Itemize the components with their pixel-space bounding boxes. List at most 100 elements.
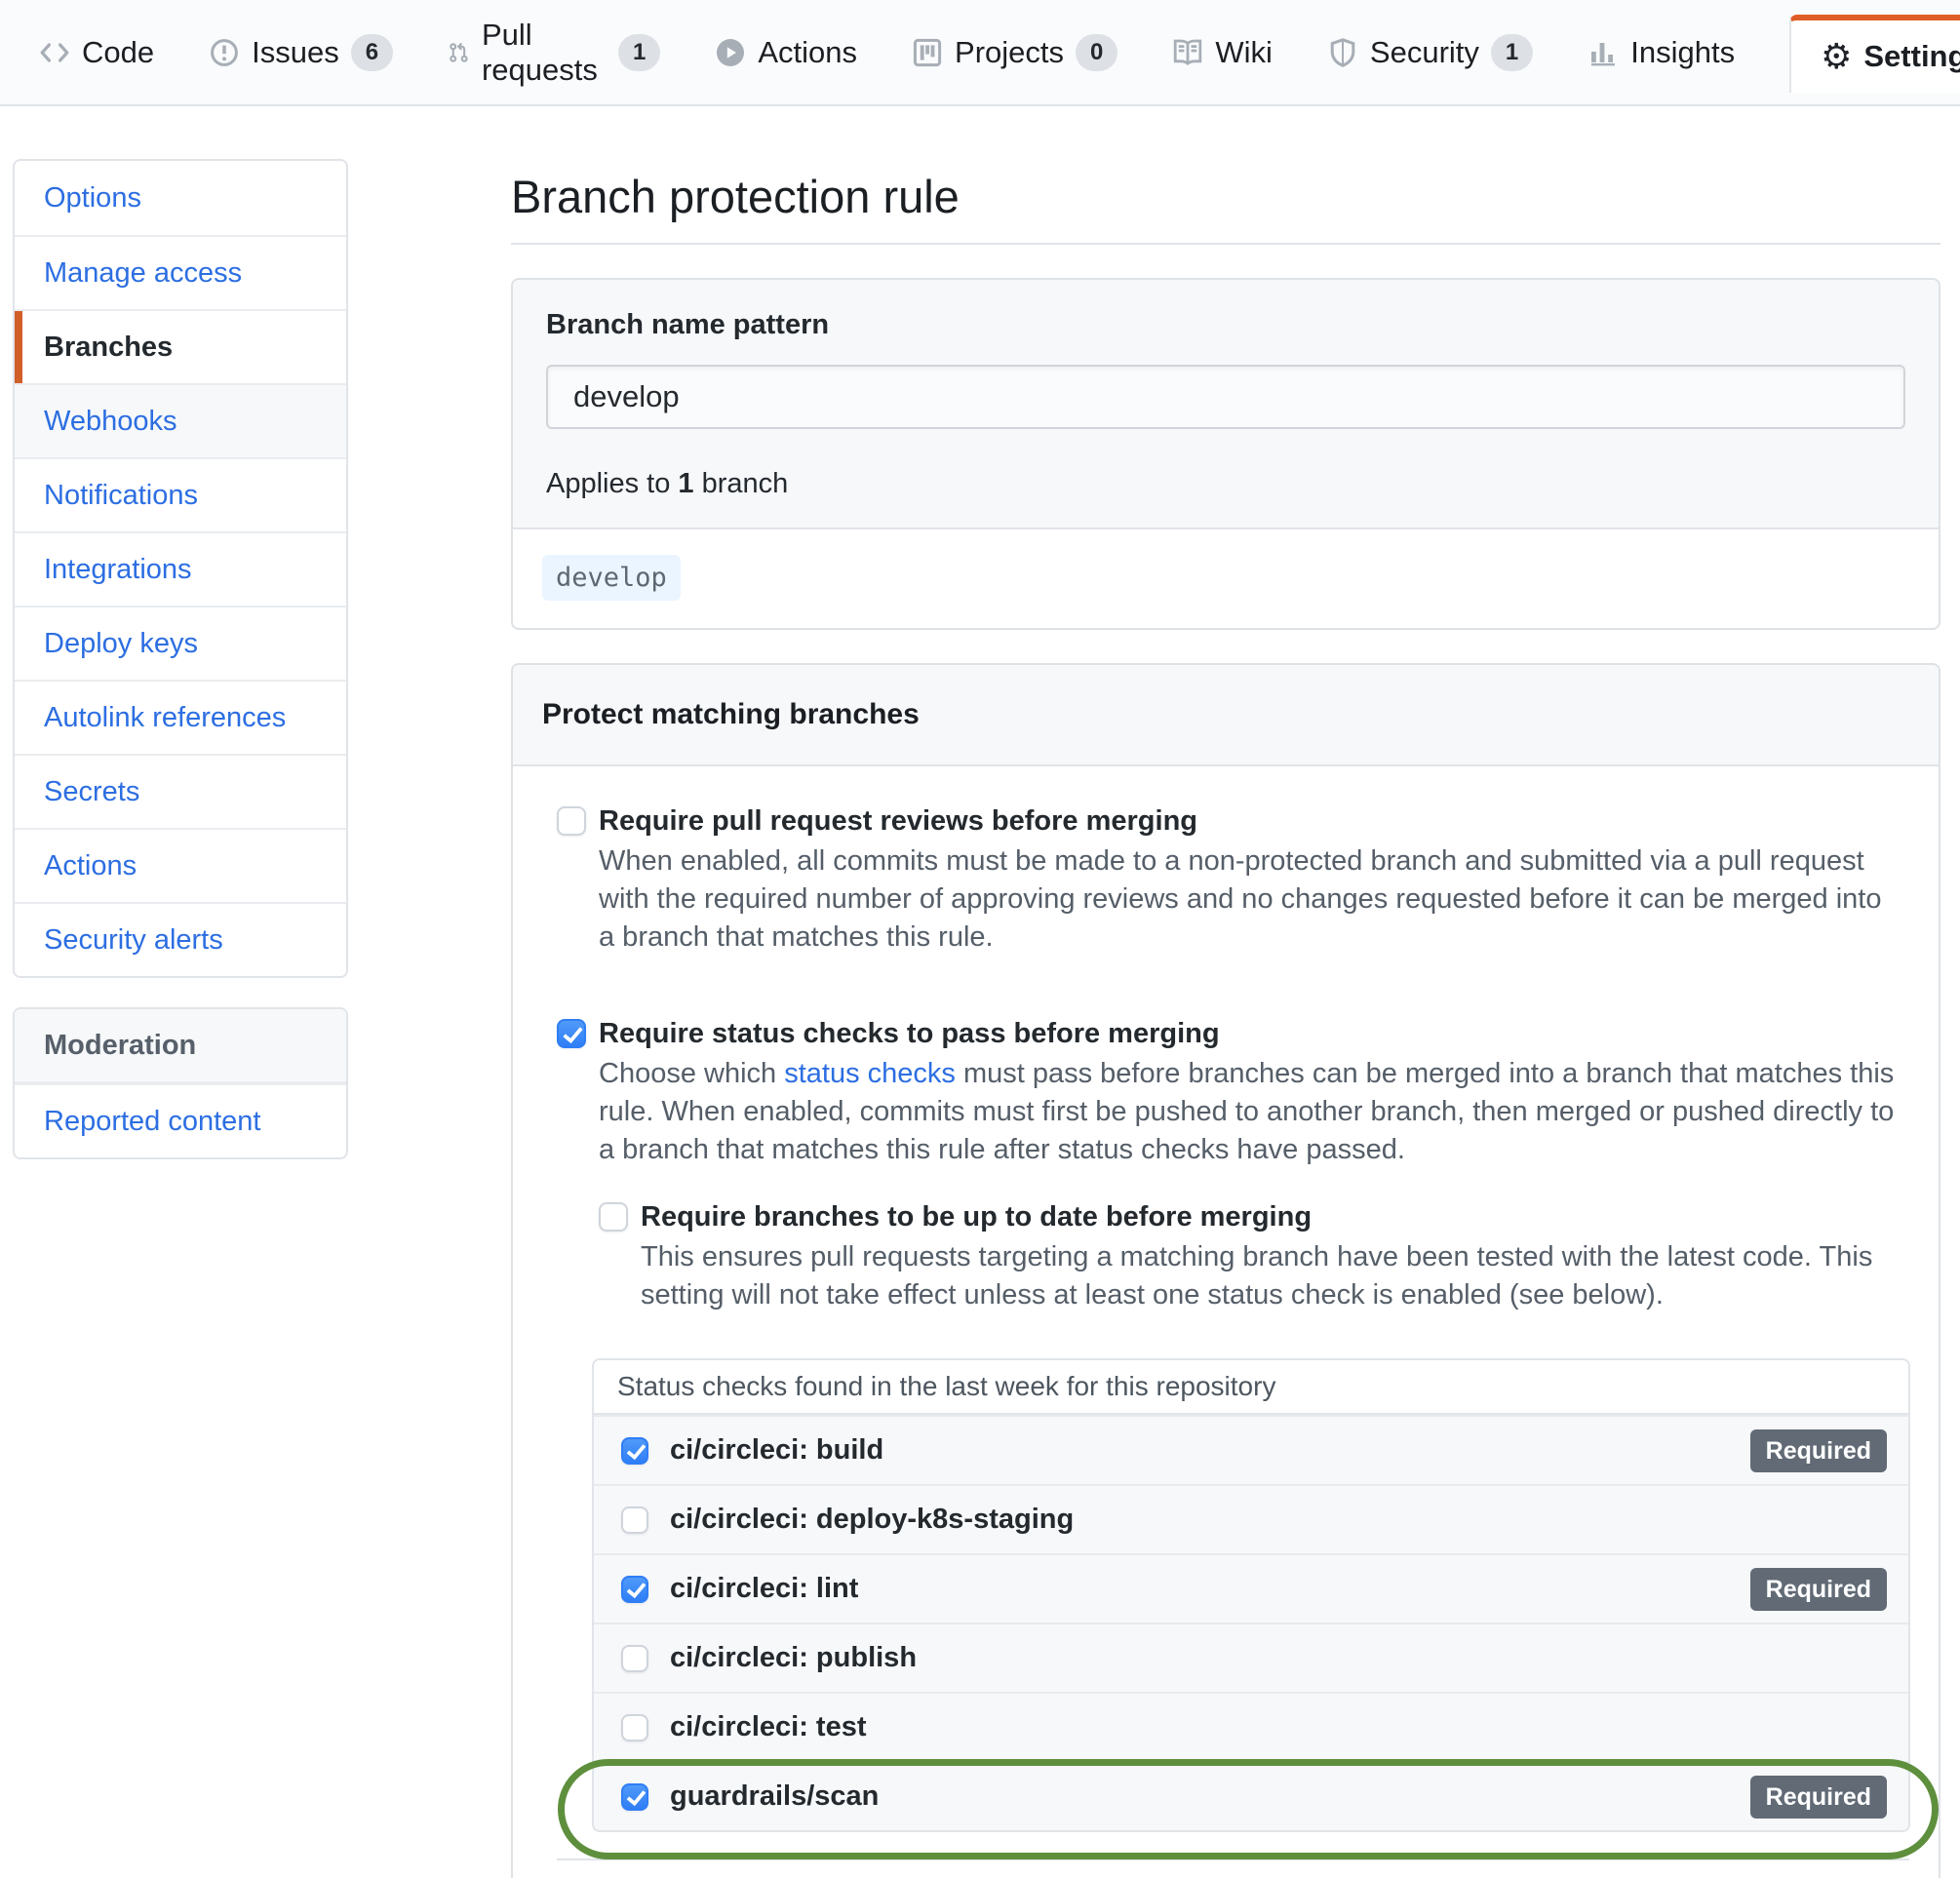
sidebar-item-branches[interactable]: Branches (15, 309, 346, 383)
sidebar-item-autolink-references[interactable]: Autolink references (15, 680, 346, 754)
option-description: Choose which status checks must pass bef… (599, 1055, 1898, 1169)
gear-icon: ⚙ (1821, 35, 1853, 76)
status-check-label[interactable]: ci/circleci: test (670, 1711, 867, 1743)
tab-code[interactable]: Code (39, 35, 154, 70)
matched-branches-area: develop (513, 529, 1939, 628)
tab-pull-requests[interactable]: Pull requests 1 (448, 17, 661, 88)
option-require-pr-reviews: Require pull request reviews before merg… (557, 804, 1909, 838)
tab-label: Settings (1863, 38, 1960, 73)
option-label[interactable]: Require branches to be up to date before… (641, 1200, 1312, 1233)
option-require-up-to-date: Require branches to be up to date before… (599, 1200, 1909, 1233)
checkbox-require-up-to-date[interactable] (599, 1202, 628, 1232)
tab-label: Insights (1630, 34, 1736, 69)
pull-requests-count-badge: 1 (617, 33, 661, 71)
protect-card-title: Protect matching branches (513, 665, 1939, 766)
applies-to-text: Applies to 1 branch (546, 468, 1905, 500)
issues-count-badge: 6 (350, 33, 394, 71)
option-require-status-checks: Require status checks to pass before mer… (557, 1017, 1909, 1050)
issue-opened-icon (211, 38, 239, 66)
checkbox-ci-test[interactable] (621, 1713, 648, 1741)
sidebar-item-webhooks[interactable]: Webhooks (15, 383, 346, 457)
tab-actions[interactable]: Actions (715, 35, 857, 70)
repo-tabs: Code Issues 6 Pull requests 1 Actions Pr… (39, 0, 1960, 104)
tab-projects[interactable]: Projects 0 (912, 33, 1118, 71)
status-check-row-publish: ci/circleci: publish (594, 1623, 1908, 1692)
sidebar-item-options[interactable]: Options (15, 161, 346, 235)
status-check-label[interactable]: ci/circleci: lint (670, 1573, 858, 1605)
security-count-badge: 1 (1490, 33, 1534, 71)
checkbox-guardrails-scan[interactable] (621, 1782, 648, 1811)
project-icon (913, 38, 942, 66)
sidebar-item-secrets[interactable]: Secrets (15, 754, 346, 828)
code-icon (40, 42, 69, 62)
status-checks-link[interactable]: status checks (784, 1058, 956, 1089)
tab-insights[interactable]: Insights (1588, 35, 1735, 70)
checkbox-ci-build[interactable] (621, 1436, 648, 1465)
branch-protection-main: Branch protection rule Branch name patte… (511, 106, 1940, 1878)
next-section-divider (557, 1858, 1909, 1878)
pattern-card-top: Branch name pattern Applies to 1 branch (513, 280, 1939, 529)
tab-label: Actions (758, 34, 858, 69)
checkbox-require-pr-reviews[interactable] (557, 806, 586, 836)
sidebar-item-manage-access[interactable]: Manage access (15, 235, 346, 309)
checkbox-ci-lint[interactable] (621, 1575, 648, 1603)
matched-branch-badge: develop (542, 555, 681, 601)
tab-label: Issues (252, 34, 339, 69)
page-title: Branch protection rule (511, 171, 960, 222)
status-check-label[interactable]: guardrails/scan (670, 1780, 879, 1813)
settings-sidebar: Options Manage access Branches Webhooks … (13, 159, 348, 1159)
option-label[interactable]: Require status checks to pass before mer… (599, 1017, 1220, 1050)
tab-label: Code (82, 34, 155, 69)
tab-label: Pull requests (481, 17, 598, 87)
sidebar-item-security-alerts[interactable]: Security alerts (15, 902, 346, 976)
tab-wiki[interactable]: Wiki (1172, 35, 1273, 70)
status-check-row-build: ci/circleci: build Required (594, 1415, 1908, 1484)
status-check-label[interactable]: ci/circleci: build (670, 1434, 883, 1467)
tab-security[interactable]: Security 1 (1327, 33, 1534, 71)
title-divider (511, 243, 1940, 245)
required-badge: Required (1749, 1567, 1887, 1611)
required-badge: Required (1749, 1428, 1887, 1472)
branch-name-pattern-input[interactable] (546, 365, 1905, 429)
status-check-label[interactable]: ci/circleci: deploy-k8s-staging (670, 1504, 1074, 1536)
checkbox-require-status-checks[interactable] (557, 1019, 586, 1048)
status-check-row-guardrails-scan: guardrails/scan Required (594, 1761, 1908, 1830)
applies-prefix: Applies to (546, 468, 671, 499)
moderation-section-title: Moderation (15, 1009, 346, 1083)
shield-icon (1330, 37, 1355, 67)
tab-settings[interactable]: ⚙ Settings (1789, 14, 1960, 93)
status-check-row-deploy-k8s-staging: ci/circleci: deploy-k8s-staging (594, 1484, 1908, 1553)
option-label[interactable]: Require pull request reviews before merg… (599, 804, 1197, 838)
protect-matching-branches-card: Protect matching branches Require pull r… (511, 663, 1940, 1878)
status-checks-box: Status checks found in the last week for… (592, 1358, 1910, 1832)
repo-tab-bar: Code Issues 6 Pull requests 1 Actions Pr… (0, 0, 1960, 106)
tab-issues[interactable]: Issues 6 (209, 33, 394, 71)
projects-count-badge: 0 (1076, 33, 1118, 71)
play-icon (717, 38, 745, 66)
status-check-row-test: ci/circleci: test (594, 1692, 1908, 1761)
option-description: When enabled, all commits must be made t… (599, 845, 1882, 953)
git-pull-request-icon (450, 42, 468, 62)
checkbox-ci-deploy-k8s-staging[interactable] (621, 1506, 648, 1534)
sidebar-item-integrations[interactable]: Integrations (15, 531, 346, 606)
graph-icon (1591, 42, 1616, 65)
sidebar-item-notifications[interactable]: Notifications (15, 457, 346, 531)
status-check-label[interactable]: ci/circleci: publish (670, 1642, 917, 1674)
status-check-row-lint: ci/circleci: lint Required (594, 1553, 1908, 1623)
sidebar-item-reported-content[interactable]: Reported content (15, 1083, 346, 1157)
sidebar-item-deploy-keys[interactable]: Deploy keys (15, 606, 346, 680)
checkbox-ci-publish[interactable] (621, 1644, 648, 1672)
settings-menu: Options Manage access Branches Webhooks … (13, 159, 348, 978)
branch-name-pattern-label: Branch name pattern (546, 309, 830, 340)
required-badge: Required (1749, 1775, 1887, 1819)
moderation-menu: Moderation Reported content (13, 1007, 348, 1159)
branch-name-pattern-card: Branch name pattern Applies to 1 branch … (511, 278, 1940, 630)
applies-suffix: branch (701, 468, 789, 499)
applies-count: 1 (678, 468, 694, 499)
book-icon (1174, 39, 1202, 65)
tab-label: Projects (955, 34, 1064, 69)
status-checks-header: Status checks found in the last week for… (594, 1360, 1908, 1415)
protect-card-body: Require pull request reviews before merg… (513, 766, 1939, 1878)
tab-label: Security (1369, 34, 1479, 69)
sidebar-item-actions[interactable]: Actions (15, 828, 346, 902)
